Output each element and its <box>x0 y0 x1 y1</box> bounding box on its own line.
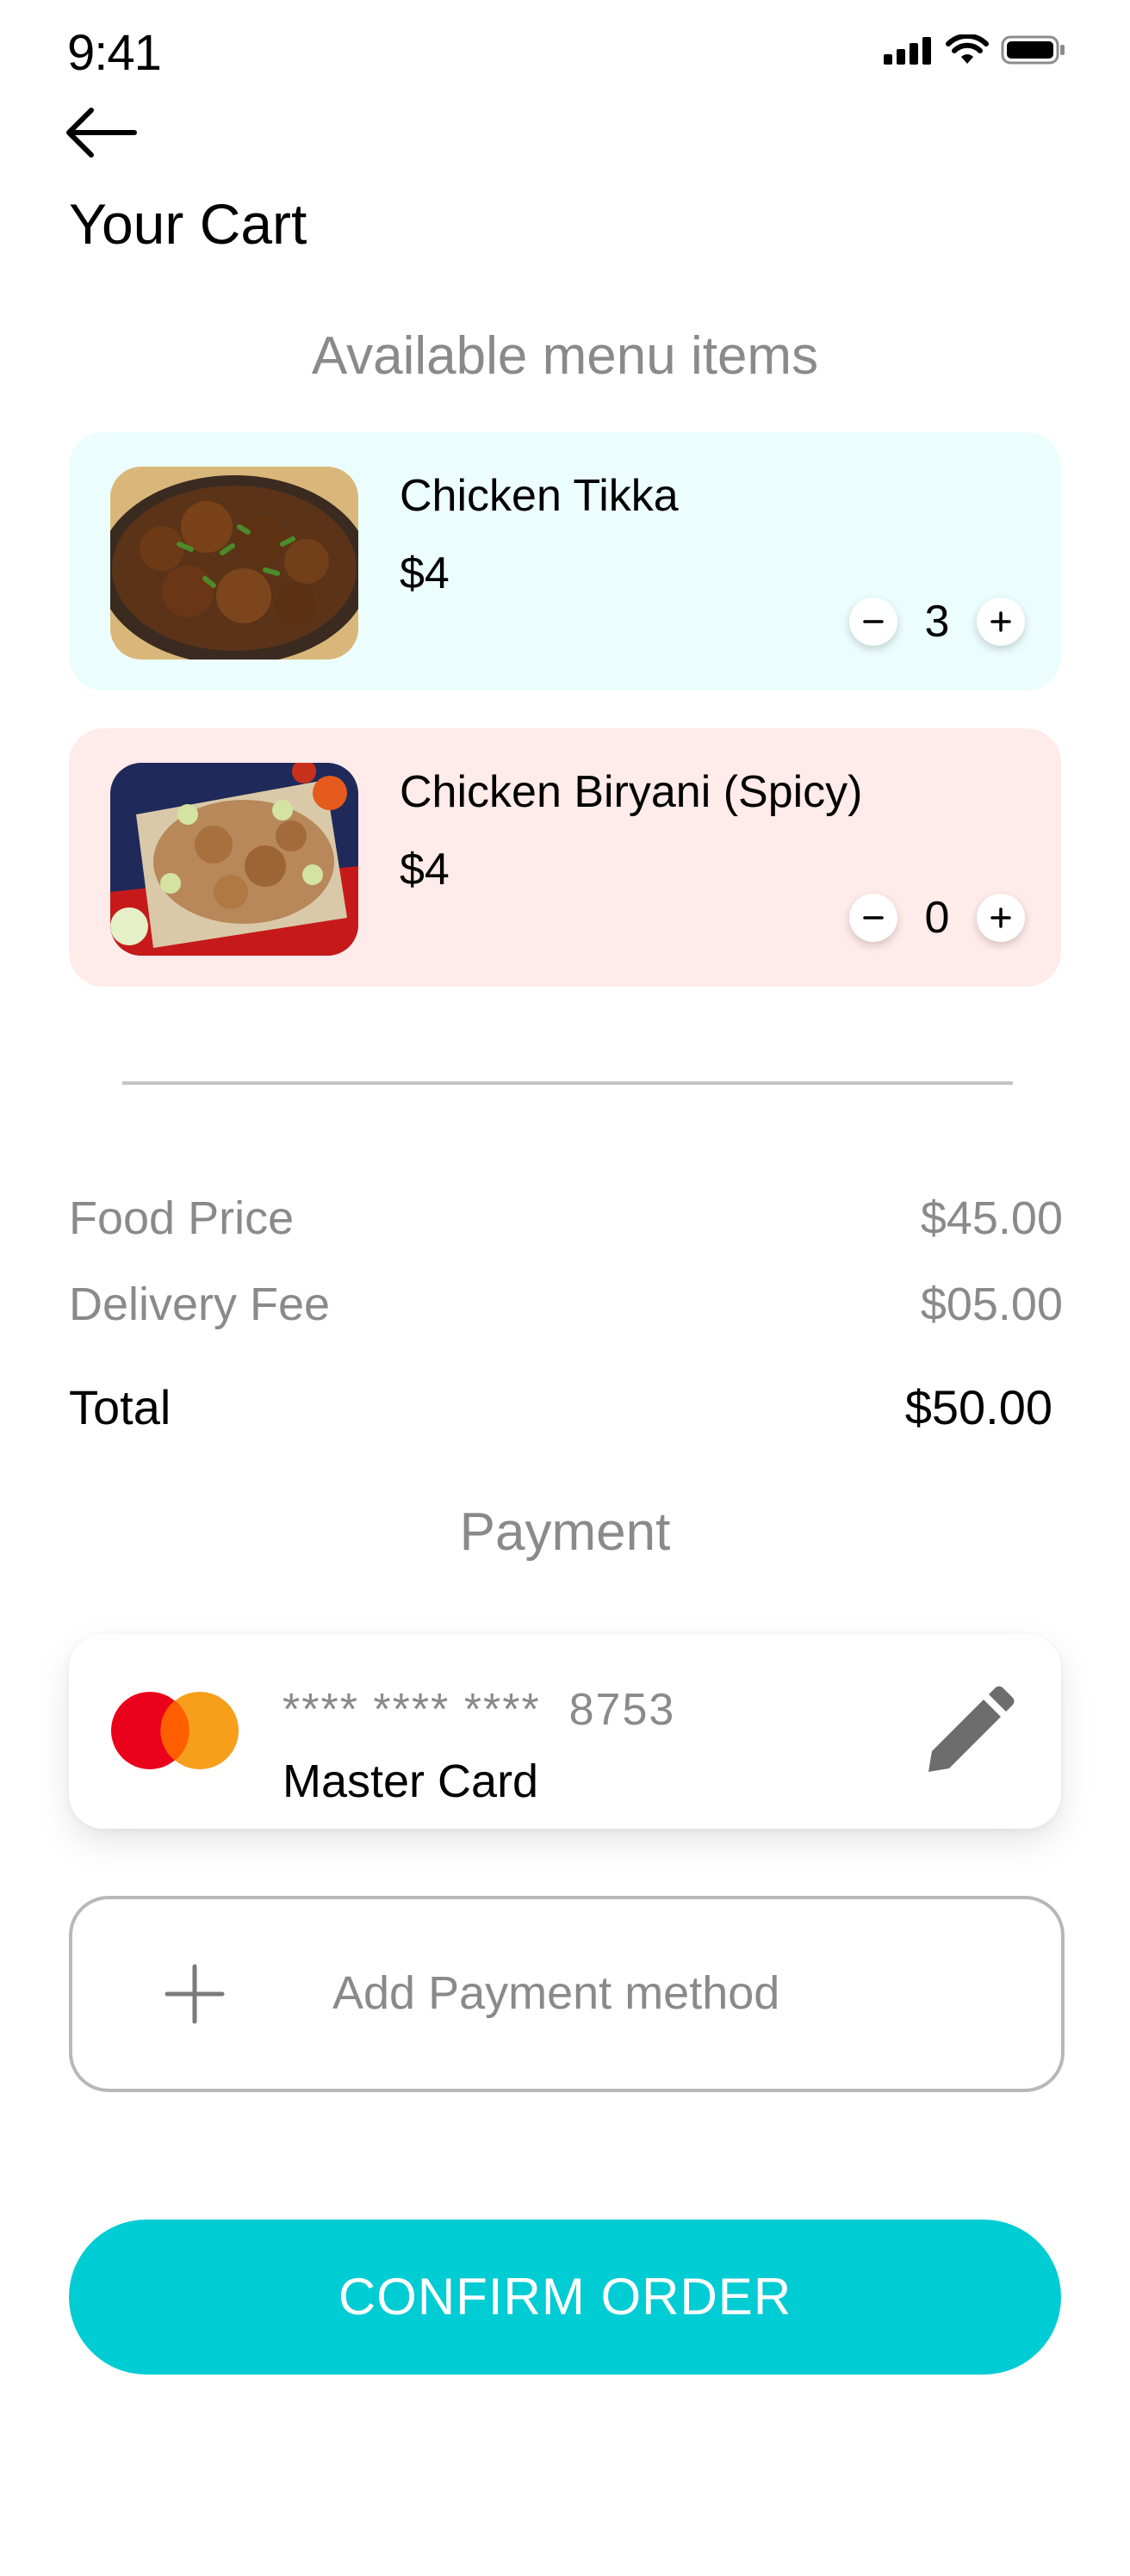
total-value: $50.00 <box>904 1380 1052 1434</box>
payment-heading: Payment <box>459 1502 671 1562</box>
total-label: Total <box>69 1380 171 1434</box>
increment-button[interactable] <box>977 598 1025 646</box>
signal-icon <box>884 37 931 65</box>
card-number: **** **** **** 8753 <box>282 1685 676 1735</box>
confirm-order-button[interactable]: CONFIRM ORDER <box>69 2220 1061 2375</box>
item-name: Chicken Tikka <box>400 471 679 521</box>
item-price: $4 <box>400 845 450 895</box>
minus-icon <box>863 620 884 623</box>
status-icons <box>882 34 1066 65</box>
plus-icon <box>990 907 1011 928</box>
divider <box>122 1081 1013 1085</box>
pencil-icon <box>928 1686 1015 1772</box>
status-time: 9:41 <box>67 25 162 81</box>
increment-button[interactable] <box>977 894 1025 942</box>
add-payment-method-label: Add Payment method <box>332 1967 780 2019</box>
arrow-left-icon <box>66 108 137 158</box>
chicken-biryani-image <box>110 763 358 956</box>
delivery-fee-label: Delivery Fee <box>69 1279 331 1330</box>
menu-section-heading: Available menu items <box>311 326 819 386</box>
page-title: Your Cart <box>69 192 307 256</box>
quantity-stepper: 0 <box>849 892 1025 944</box>
card-name: Master Card <box>282 1756 539 1807</box>
plus-icon <box>165 1964 225 2024</box>
delivery-fee-value: $05.00 <box>920 1279 1063 1330</box>
minus-icon <box>863 916 884 920</box>
food-price-label: Food Price <box>69 1192 295 1244</box>
decrement-button[interactable] <box>849 598 897 646</box>
food-price-value: $45.00 <box>920 1192 1063 1244</box>
plus-icon <box>990 611 1011 632</box>
back-button[interactable] <box>64 105 138 160</box>
chicken-tikka-image <box>110 467 358 659</box>
payment-card[interactable]: **** **** **** 8753 Master Card <box>69 1634 1061 1829</box>
wifi-icon <box>946 34 989 64</box>
menu-item-card[interactable]: Chicken Tikka $4 3 <box>69 432 1061 690</box>
decrement-button[interactable] <box>849 894 897 942</box>
mastercard-icon <box>111 1692 239 1769</box>
edit-card-button[interactable] <box>922 1686 1015 1779</box>
item-quantity: 3 <box>924 597 950 647</box>
item-price: $4 <box>400 548 450 598</box>
quantity-stepper: 3 <box>849 596 1025 647</box>
menu-item-card[interactable]: Chicken Biryani (Spicy) $4 0 <box>69 728 1061 987</box>
battery-icon <box>1001 35 1065 65</box>
item-name: Chicken Biryani (Spicy) <box>400 767 863 817</box>
add-payment-method-button[interactable]: Add Payment method <box>69 1896 1065 2092</box>
item-quantity: 0 <box>924 893 950 943</box>
